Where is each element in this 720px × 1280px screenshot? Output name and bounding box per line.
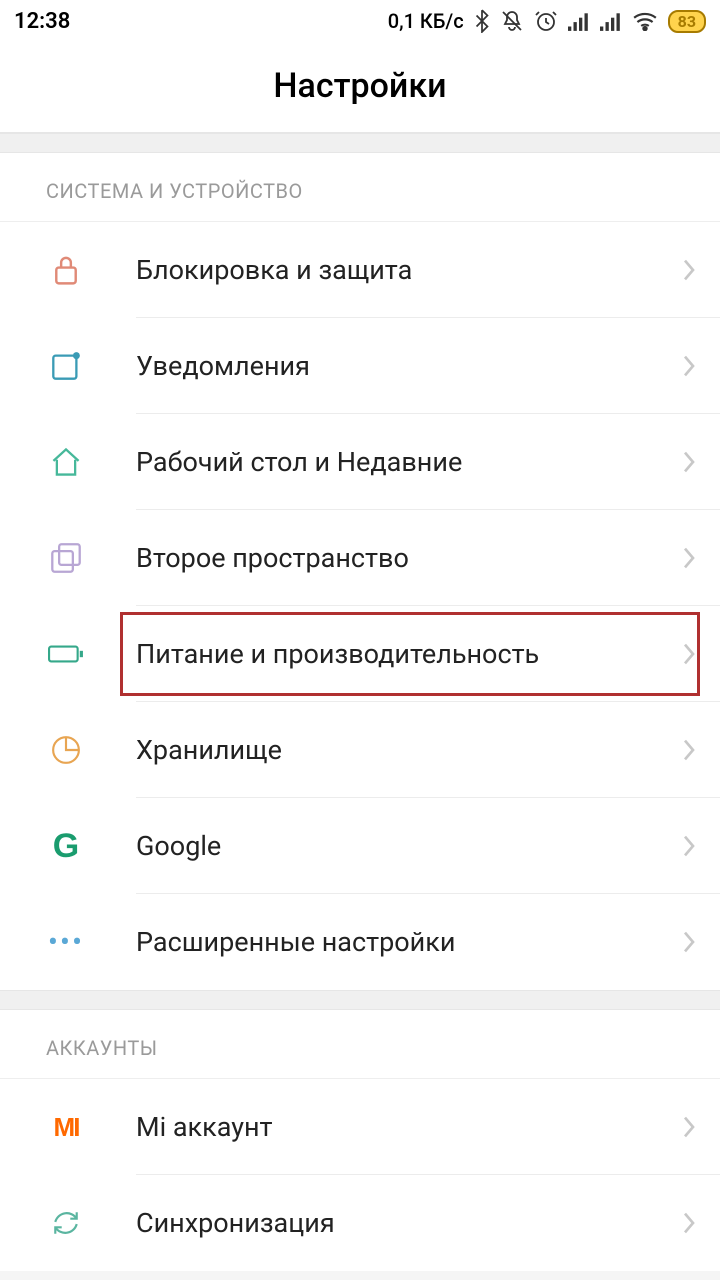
item-label: Блокировка и защита — [136, 254, 682, 286]
item-storage[interactable]: Хранилище — [0, 702, 720, 798]
data-rate: 0,1 КБ/с — [388, 9, 464, 33]
item-battery-performance[interactable]: Питание и производительность — [0, 606, 720, 702]
chevron-right-icon — [682, 258, 696, 282]
item-label: Расширенные настройки — [136, 926, 682, 958]
signal-icon-2 — [600, 11, 622, 31]
item-lock-security[interactable]: Блокировка и защита — [0, 222, 720, 318]
item-label: Второе пространство — [136, 542, 682, 574]
chevron-right-icon — [682, 450, 696, 474]
status-icons: 0,1 КБ/с 83 — [388, 9, 706, 33]
list-accounts: MI Mi аккаунт Синхронизация — [0, 1079, 720, 1271]
item-google[interactable]: G Google — [0, 798, 720, 894]
more-icon: ••• — [46, 922, 86, 962]
status-time: 12:38 — [14, 9, 70, 34]
item-home-recents[interactable]: Рабочий стол и Недавние — [0, 414, 720, 510]
alarm-icon — [534, 9, 558, 33]
item-sync[interactable]: Синхронизация — [0, 1175, 720, 1271]
sync-icon — [46, 1203, 86, 1243]
chevron-right-icon — [682, 1211, 696, 1235]
item-mi-account[interactable]: MI Mi аккаунт — [0, 1079, 720, 1175]
chevron-right-icon — [682, 834, 696, 858]
item-label: Рабочий стол и Недавние — [136, 446, 682, 478]
second-space-icon — [46, 538, 86, 578]
item-label: Уведомления — [136, 350, 682, 382]
signal-icon-1 — [568, 11, 590, 31]
page-header: Настройки — [0, 42, 720, 133]
chevron-right-icon — [682, 930, 696, 954]
section-header-accounts: АККАУНТЫ — [0, 1010, 720, 1079]
chevron-right-icon — [682, 738, 696, 762]
item-label: Питание и производительность — [136, 638, 682, 670]
chevron-right-icon — [682, 546, 696, 570]
google-icon: G — [46, 826, 86, 866]
item-second-space[interactable]: Второе пространство — [0, 510, 720, 606]
item-advanced-settings[interactable]: ••• Расширенные настройки — [0, 894, 720, 990]
section-gap — [0, 990, 720, 1010]
storage-icon — [46, 730, 86, 770]
item-label: Google — [136, 830, 682, 862]
lock-icon — [46, 250, 86, 290]
battery-icon — [46, 634, 86, 674]
section-header-system: СИСТЕМА И УСТРОЙСТВО — [0, 153, 720, 222]
item-label: Синхронизация — [136, 1207, 682, 1239]
section-gap — [0, 133, 720, 153]
notifications-icon — [46, 346, 86, 386]
mi-logo-icon: MI — [46, 1107, 86, 1147]
status-bar: 12:38 0,1 КБ/с 83 — [0, 0, 720, 42]
battery-indicator: 83 — [668, 10, 706, 33]
list-system: Блокировка и защита Уведомления Рабочий … — [0, 222, 720, 990]
page-title: Настройки — [0, 66, 720, 106]
item-notifications[interactable]: Уведомления — [0, 318, 720, 414]
mute-icon — [500, 9, 524, 33]
wifi-icon — [632, 11, 658, 31]
chevron-right-icon — [682, 642, 696, 666]
chevron-right-icon — [682, 1115, 696, 1139]
item-label: Хранилище — [136, 734, 682, 766]
bluetooth-icon — [474, 9, 490, 33]
item-label: Mi аккаунт — [136, 1111, 682, 1143]
chevron-right-icon — [682, 354, 696, 378]
home-icon — [46, 442, 86, 482]
